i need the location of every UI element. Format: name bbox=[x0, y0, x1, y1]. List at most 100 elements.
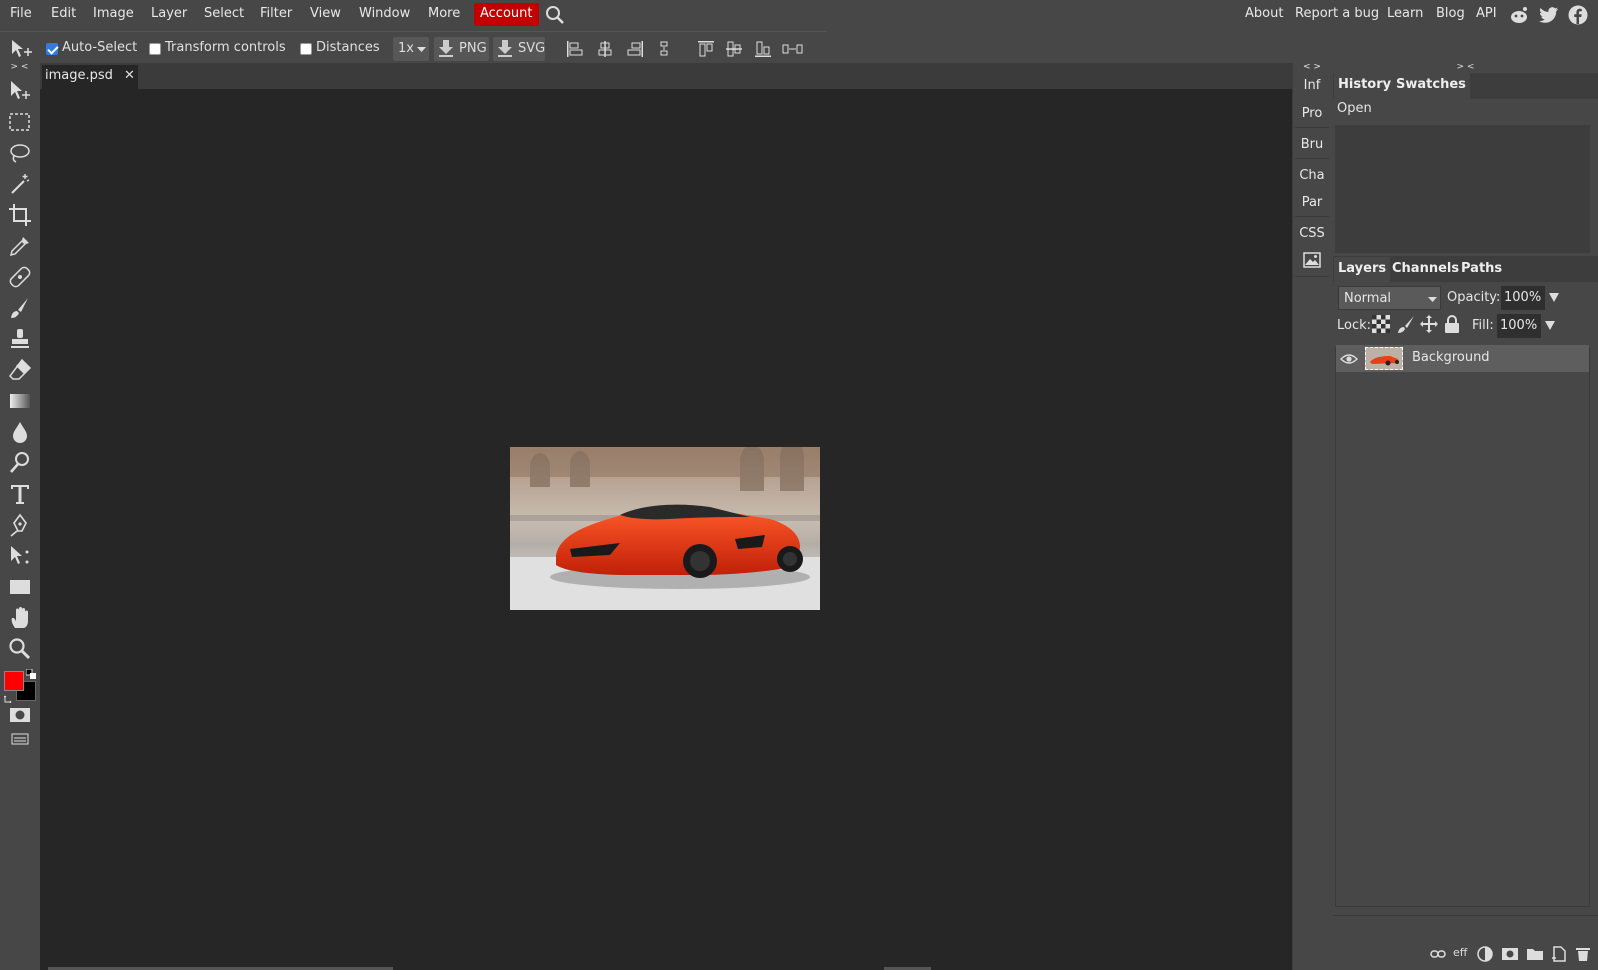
menu-more[interactable]: More bbox=[428, 0, 460, 30]
export-png-button[interactable]: PNG bbox=[434, 37, 489, 61]
link-report-bug[interactable]: Report a bug bbox=[1295, 0, 1379, 30]
zoom-tool-icon[interactable] bbox=[8, 637, 32, 661]
divider bbox=[1295, 276, 1329, 277]
align-right-icon[interactable] bbox=[626, 40, 644, 58]
account-button[interactable]: Account bbox=[474, 3, 539, 26]
lock-transparency-icon[interactable] bbox=[1372, 315, 1390, 333]
fill-dropdown-icon[interactable] bbox=[1545, 321, 1555, 330]
link-blog[interactable]: Blog bbox=[1436, 0, 1465, 30]
pen-tool-icon[interactable] bbox=[8, 513, 32, 537]
tab-swatches[interactable]: Swatches bbox=[1392, 73, 1470, 99]
distribute-vertical-icon[interactable] bbox=[656, 40, 674, 58]
swap-colors-icon[interactable] bbox=[4, 693, 14, 703]
tab-channels[interactable]: Channels bbox=[1388, 257, 1463, 283]
fill-label: Fill: bbox=[1472, 318, 1494, 333]
menu-image[interactable]: Image bbox=[93, 0, 134, 30]
quick-mask-icon[interactable] bbox=[9, 707, 31, 723]
transform-controls-checkbox[interactable] bbox=[149, 43, 161, 55]
new-layer-icon[interactable] bbox=[1551, 946, 1567, 962]
mini-css[interactable]: CSS bbox=[1293, 226, 1331, 241]
text-tool-icon[interactable] bbox=[8, 482, 32, 506]
collapse-tools-toggle[interactable]: > < bbox=[0, 63, 39, 73]
mini-info[interactable]: Inf bbox=[1293, 78, 1331, 93]
lock-pixels-icon[interactable] bbox=[1397, 315, 1415, 333]
blend-mode-select[interactable]: Normal bbox=[1338, 286, 1441, 310]
menu-select[interactable]: Select bbox=[204, 0, 244, 30]
eyedropper-tool-icon[interactable] bbox=[8, 234, 32, 258]
search-icon[interactable] bbox=[545, 5, 565, 25]
twitter-icon[interactable] bbox=[1539, 7, 1559, 23]
eye-icon[interactable] bbox=[1340, 353, 1358, 365]
menu-edit[interactable]: Edit bbox=[51, 0, 76, 30]
rectangle-tool-icon[interactable] bbox=[8, 575, 32, 599]
facebook-icon[interactable] bbox=[1568, 5, 1588, 25]
lasso-tool-icon[interactable] bbox=[8, 141, 32, 165]
collapse-mini-toggle[interactable]: < > bbox=[1293, 62, 1331, 72]
reddit-icon[interactable] bbox=[1509, 6, 1529, 24]
marquee-tool-icon[interactable] bbox=[8, 110, 32, 134]
delete-layer-icon[interactable] bbox=[1575, 946, 1591, 962]
opacity-label: Opacity: bbox=[1447, 290, 1501, 305]
adjustment-layer-icon[interactable] bbox=[1477, 946, 1493, 962]
crop-tool-icon[interactable] bbox=[8, 203, 32, 227]
export-svg-button[interactable]: SVG bbox=[493, 37, 545, 61]
align-top-icon[interactable] bbox=[697, 40, 715, 58]
link-layers-icon[interactable] bbox=[1430, 949, 1446, 959]
align-left-icon[interactable] bbox=[566, 40, 584, 58]
opacity-dropdown-icon[interactable] bbox=[1549, 293, 1559, 302]
lock-all-icon[interactable] bbox=[1444, 315, 1460, 333]
new-group-icon[interactable] bbox=[1526, 947, 1544, 961]
eraser-tool-icon[interactable] bbox=[8, 358, 32, 382]
align-bottom-icon[interactable] bbox=[754, 40, 772, 58]
opacity-value: 100% bbox=[1504, 290, 1542, 305]
layer-effects-button[interactable]: eff bbox=[1453, 946, 1467, 959]
add-mask-icon[interactable] bbox=[1501, 947, 1519, 961]
tab-layers[interactable]: Layers bbox=[1334, 257, 1391, 283]
mini-brush[interactable]: Bru bbox=[1293, 137, 1331, 152]
collapse-right-toggle[interactable]: > < bbox=[1333, 62, 1598, 72]
default-colors-icon[interactable] bbox=[26, 669, 36, 679]
link-learn[interactable]: Learn bbox=[1387, 0, 1423, 30]
document-tab[interactable]: image.psd ✕ bbox=[42, 65, 138, 89]
auto-select-checkbox[interactable] bbox=[46, 43, 58, 55]
scale-value: 1x bbox=[398, 41, 414, 56]
tab-history[interactable]: History bbox=[1334, 73, 1396, 99]
close-tab-icon[interactable]: ✕ bbox=[124, 65, 135, 87]
blur-tool-icon[interactable] bbox=[8, 420, 32, 444]
magic-wand-tool-icon[interactable] bbox=[8, 172, 32, 196]
brush-tool-icon[interactable] bbox=[8, 296, 32, 320]
fill-input[interactable]: 100% bbox=[1497, 314, 1541, 338]
image-icon[interactable] bbox=[1303, 252, 1321, 268]
gradient-tool-icon[interactable] bbox=[8, 389, 32, 413]
tab-paths[interactable]: Paths bbox=[1457, 257, 1506, 283]
canvas-image[interactable] bbox=[510, 447, 820, 610]
path-select-tool-icon[interactable] bbox=[8, 544, 32, 568]
screen-mode-icon[interactable] bbox=[11, 733, 29, 745]
foreground-color-swatch[interactable] bbox=[4, 671, 24, 691]
mini-character[interactable]: Cha bbox=[1293, 168, 1331, 183]
menu-layer[interactable]: Layer bbox=[151, 0, 187, 30]
hand-tool-icon[interactable] bbox=[8, 606, 32, 630]
layer-name[interactable]: Background bbox=[1412, 350, 1490, 365]
distances-checkbox[interactable] bbox=[300, 43, 312, 55]
menu-view[interactable]: View bbox=[310, 0, 341, 30]
align-center-icon[interactable] bbox=[596, 40, 614, 58]
distribute-horizontal-icon[interactable] bbox=[782, 40, 804, 58]
move-tool-icon[interactable] bbox=[8, 79, 32, 103]
layer-row[interactable]: Background bbox=[1336, 345, 1589, 372]
link-about[interactable]: About bbox=[1245, 0, 1283, 30]
dodge-tool-icon[interactable] bbox=[8, 451, 32, 475]
mini-paragraph[interactable]: Par bbox=[1293, 195, 1331, 210]
menu-filter[interactable]: Filter bbox=[260, 0, 292, 30]
lock-position-icon[interactable] bbox=[1420, 315, 1438, 333]
scale-select[interactable]: 1x bbox=[393, 37, 429, 61]
opacity-input[interactable]: 100% bbox=[1501, 286, 1545, 310]
mini-properties[interactable]: Pro bbox=[1293, 106, 1331, 121]
stamp-tool-icon[interactable] bbox=[8, 327, 32, 351]
align-middle-icon[interactable] bbox=[725, 40, 743, 58]
healing-tool-icon[interactable] bbox=[8, 265, 32, 289]
link-api[interactable]: API bbox=[1476, 0, 1497, 30]
history-entry[interactable]: Open bbox=[1337, 101, 1372, 116]
menu-file[interactable]: File bbox=[10, 0, 32, 30]
menu-window[interactable]: Window bbox=[359, 0, 410, 30]
